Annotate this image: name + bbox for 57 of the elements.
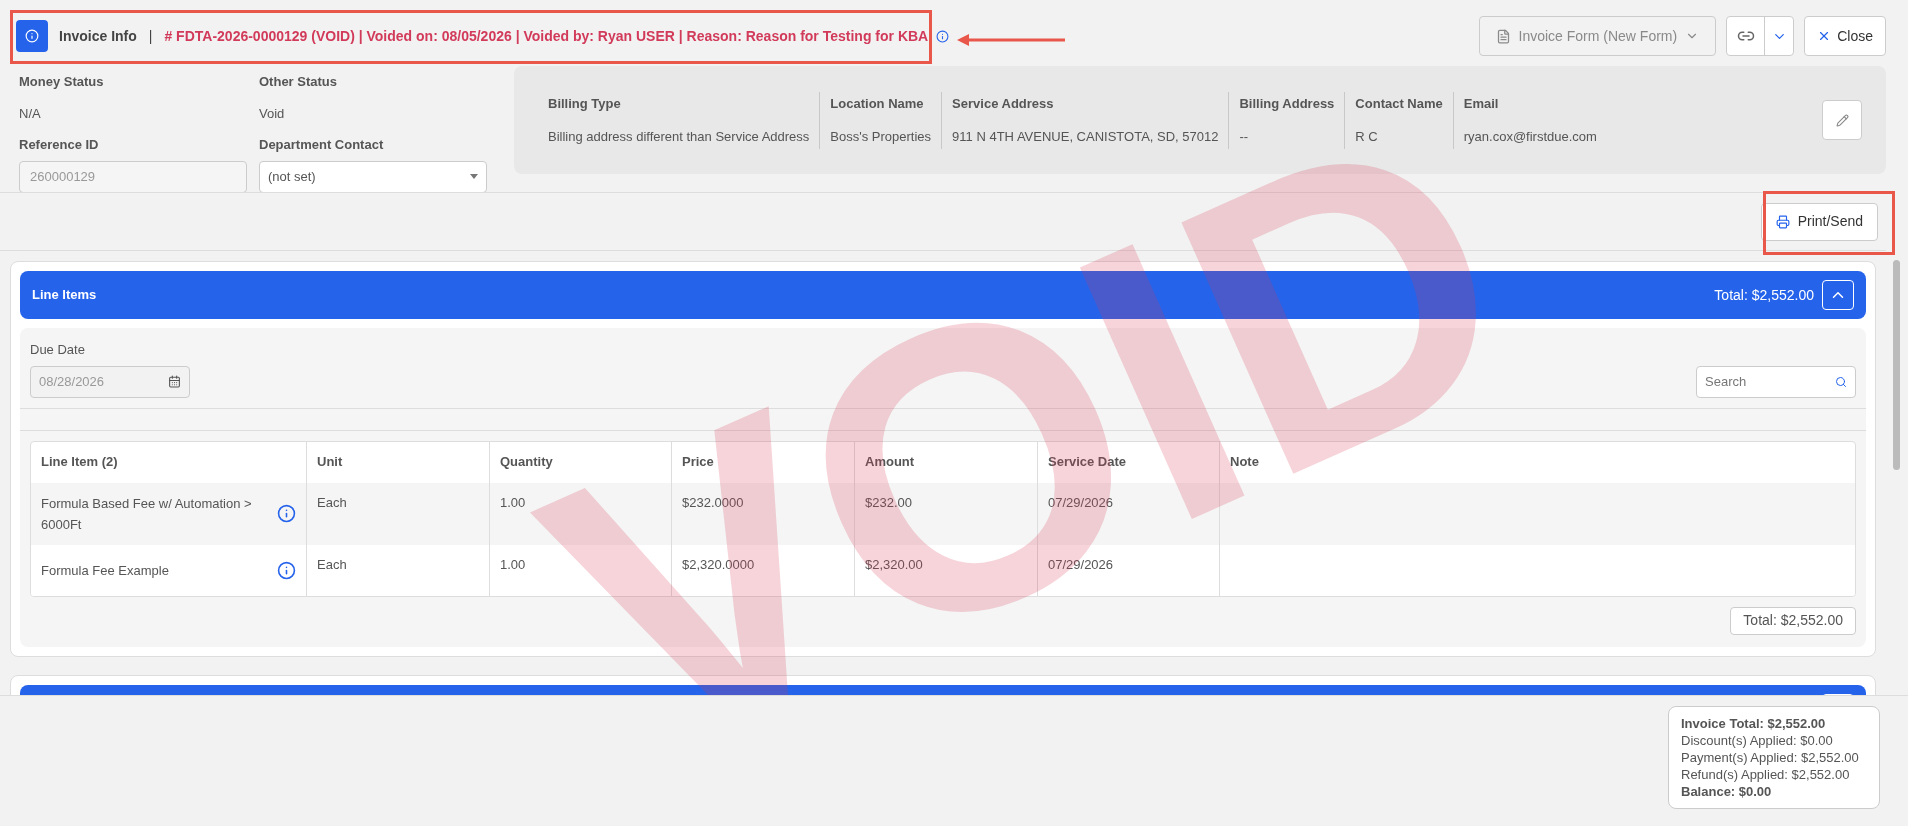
printer-icon [1775, 214, 1790, 229]
caret-icon [470, 174, 478, 179]
due-date-field[interactable]: 08/28/2026 [30, 365, 190, 398]
billing-label: Billing Type [548, 94, 622, 113]
section-title: Line Items [32, 286, 97, 305]
field-value: Void [259, 104, 286, 123]
section-total: Total: $2,552.00 [1714, 285, 1814, 305]
billing-label: Email [1463, 94, 1500, 113]
billing-label: Location Name [830, 94, 925, 113]
table-cell-text: 1.00 [500, 555, 526, 574]
info-icon[interactable] [936, 29, 950, 43]
field-label: Other Status [259, 73, 338, 91]
table-cell-text: Formula Fee Example [41, 561, 170, 580]
info-icon[interactable] [277, 504, 296, 523]
summary-line: Refund(s) Applied: $2,552.00 [1681, 766, 1851, 783]
table-cell-text: 1.00 [500, 493, 526, 512]
calendar-icon [168, 375, 181, 388]
billing-value: Boss's Properties [830, 128, 932, 146]
department-contact-select[interactable]: (not set) [259, 160, 487, 193]
search-icon [1835, 375, 1847, 388]
close-button[interactable]: Close [1804, 16, 1886, 56]
field-label: Due Date [30, 341, 86, 359]
summary-line: Discount(s) Applied: $0.00 [1681, 732, 1834, 749]
billing-label: Contact Name [1355, 94, 1443, 113]
table-total: Total: $2,552.00 [1730, 606, 1856, 635]
search-placeholder: Search [1705, 372, 1747, 391]
pencil-icon [1835, 113, 1849, 127]
column-header: Unit [306, 441, 489, 483]
summary-line: Balance: $0.00 [1681, 783, 1773, 800]
table-cell-text: Each [317, 493, 347, 512]
billing-value: -- [1239, 128, 1250, 146]
search-field[interactable]: Search [1696, 365, 1856, 398]
summary-line: Invoice Total: $2,552.00 [1681, 715, 1827, 732]
print-send-button[interactable]: Print/Send [1760, 202, 1878, 241]
billing-value: ryan.cox@firstdue.com [1463, 128, 1597, 146]
void-notice: # FDTA-2026-0000129 (VOID) | Voided on: 08/05/2026 | Voided by: Ryan USER | Reason: Reason for Testing for KBA [164, 26, 929, 46]
field-label: Department Contact [259, 136, 385, 154]
table-cell-text: Formula Based Fee w/ Automation >6000Ft [41, 494, 253, 534]
field-label: Reference ID [19, 136, 100, 154]
header-title: Invoice Info [59, 26, 137, 46]
billing-value: 911 N 4TH AVENUE, CANISTOTA, SD, 57012 [952, 128, 1219, 146]
info-icon[interactable] [277, 560, 296, 580]
billing-value: Billing address different than Service Address [548, 128, 810, 146]
document-icon [1495, 28, 1511, 44]
billing-label: Service Address [952, 94, 1055, 113]
header-separator: | [148, 26, 153, 46]
billing-value: R C [1355, 128, 1379, 146]
reference-id-field[interactable]: 260000129 [19, 160, 247, 193]
column-header: Line Item (2) [40, 453, 119, 472]
field-value: N/A [19, 104, 42, 123]
field-label: Money Status [19, 73, 105, 91]
scrollbar[interactable] [1893, 260, 1900, 470]
collapse-button[interactable] [1822, 280, 1854, 310]
summary-line: Payment(s) Applied: $2,552.00 [1681, 749, 1860, 766]
info-icon [25, 29, 39, 43]
table-cell-text: Each [317, 555, 347, 574]
billing-label: Billing Address [1239, 94, 1335, 113]
